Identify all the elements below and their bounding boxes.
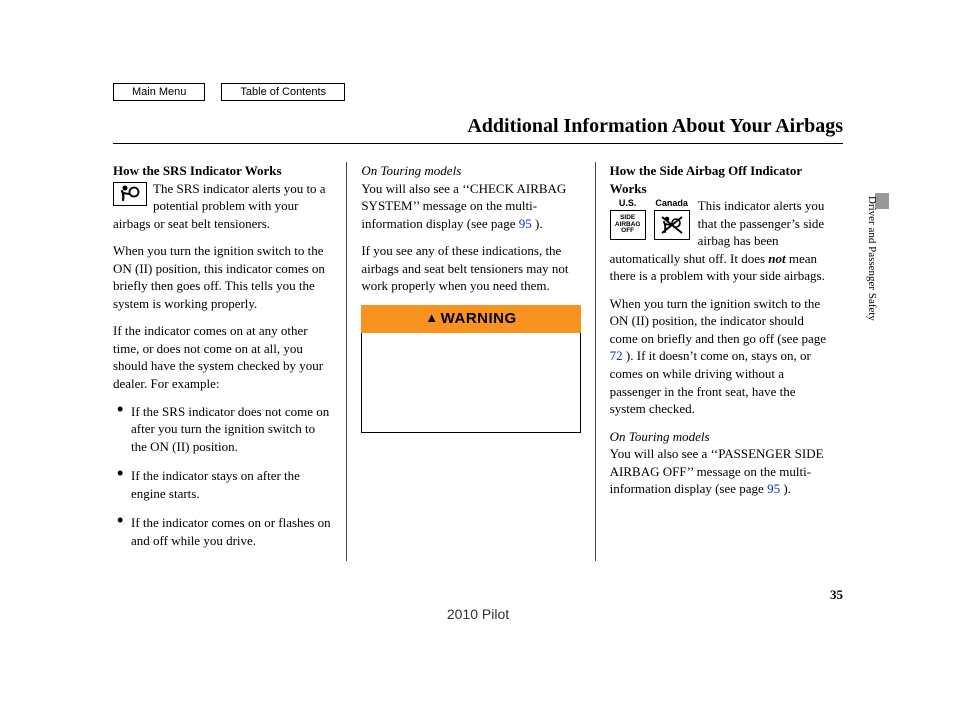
side-airbag-heading: How the Side Airbag Off Indicator Works <box>610 162 829 197</box>
toc-button[interactable]: Table of Contents <box>221 83 345 101</box>
title-row: Additional Information About Your Airbag… <box>113 113 843 144</box>
warning-label: WARNING <box>441 310 517 327</box>
srs-examples-list: If the SRS indicator does not come on af… <box>113 403 332 550</box>
srs-p3: If the indicator comes on at any other t… <box>113 322 332 392</box>
page-link-95-b[interactable]: 95 <box>767 481 780 496</box>
list-item: If the indicator stays on after the engi… <box>121 467 332 502</box>
us-icon-col: U.S. SIDEAIRBAGOFF <box>610 197 646 240</box>
main-menu-button[interactable]: Main Menu <box>113 83 205 101</box>
warning-header: ▲WARNING <box>361 305 580 333</box>
side-airbag-off-us-icon: SIDEAIRBAGOFF <box>610 210 646 240</box>
vehicle-model-footer: 2010 Pilot <box>113 605 843 624</box>
text-fragment: When you turn the ignition switch to the… <box>610 296 826 346</box>
warning-triangle-icon: ▲ <box>425 309 438 327</box>
us-label: U.S. <box>619 197 637 209</box>
warning-body <box>361 333 580 433</box>
touring-note: On Touring models <box>361 162 580 180</box>
nav-bar: Main Menu Table of Contents <box>113 83 843 101</box>
srs-heading: How the SRS Indicator Works <box>113 162 332 180</box>
canada-icon-col: Canada <box>654 197 690 240</box>
content-columns: How the SRS Indicator Works The SRS indi… <box>113 162 843 561</box>
list-item: If the SRS indicator does not come on af… <box>121 403 332 456</box>
column-1: How the SRS Indicator Works The SRS indi… <box>113 162 346 561</box>
side-airbag-p2: When you turn the ignition switch to the… <box>610 295 829 418</box>
section-tab-label: Driver and Passenger Safety <box>864 196 879 321</box>
text-fragment: ). If it doesn’t come on, stays on, or c… <box>610 348 811 416</box>
canada-label: Canada <box>655 197 688 209</box>
page-link-95[interactable]: 95 <box>519 216 532 231</box>
side-airbag-off-canada-icon <box>654 210 690 240</box>
column-2: On Touring models You will also see a ‘‘… <box>346 162 594 561</box>
indications-warning: If you see any of these indications, the… <box>361 242 580 295</box>
srs-intro: The SRS indicator alerts you to a potent… <box>113 180 332 233</box>
text-fragment: You will also see a ‘‘PASSENGER SIDE AIR… <box>610 446 824 496</box>
page-number: 35 <box>830 586 843 604</box>
warning-box: ▲WARNING <box>361 305 580 433</box>
text-fragment: ). <box>780 481 791 496</box>
srs-indicator-icon <box>113 182 147 206</box>
check-airbag-msg: You will also see a ‘‘CHECK AIRBAG SYSTE… <box>361 180 580 233</box>
list-item: If the indicator comes on or flashes on … <box>121 514 332 549</box>
side-airbag-intro: U.S. SIDEAIRBAGOFF Canada <box>610 197 829 285</box>
page-link-72[interactable]: 72 <box>610 348 623 363</box>
page-title: Additional Information About Your Airbag… <box>467 115 843 137</box>
passenger-side-msg: You will also see a ‘‘PASSENGER SIDE AIR… <box>610 445 829 498</box>
text-fragment: ). <box>532 216 543 231</box>
emphasis-not: not <box>768 251 785 266</box>
column-3: How the Side Airbag Off Indicator Works … <box>595 162 843 561</box>
touring-note-2: On Touring models <box>610 428 829 446</box>
region-icons: U.S. SIDEAIRBAGOFF Canada <box>610 197 690 240</box>
srs-p2: When you turn the ignition switch to the… <box>113 242 332 312</box>
